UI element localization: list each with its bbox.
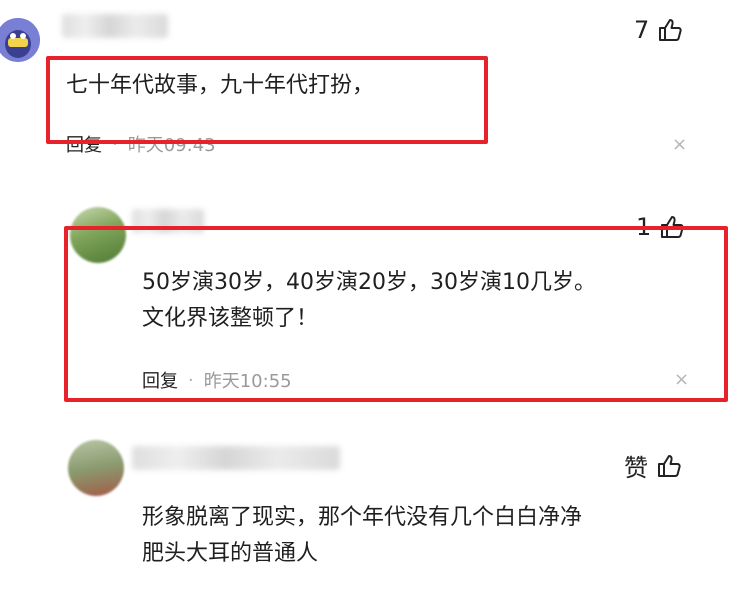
comment-text: 形象脱离了现实，那个年代没有几个白白净净 肥头大耳的普通人 <box>142 505 583 566</box>
timestamp: 昨天10:55 <box>203 371 292 392</box>
avatar[interactable] <box>68 440 124 496</box>
like-label: 赞 <box>624 454 648 482</box>
timestamp: 昨天09:43 <box>127 135 216 156</box>
comment-meta: 回复 · 昨天09:43 <box>66 131 216 157</box>
username-blurred[interactable] <box>62 14 168 38</box>
comment-2: 1 50岁演30岁，40岁演20岁，30岁演10几岁。 文化界该整顿了！ 回复 … <box>0 195 730 405</box>
comment-1: 7 七十年代故事，九十年代打扮， 回复 · 昨天09:43 × <box>0 0 730 160</box>
avatar-cartoon-icon <box>0 18 40 62</box>
thumbs-up-icon <box>659 214 685 240</box>
comment-text: 50岁演30岁，40岁演20岁，30岁演10几岁。 文化界该整顿了！ <box>142 270 596 331</box>
like-count: 1 <box>636 213 652 241</box>
username-blurred[interactable] <box>132 209 204 233</box>
like-button[interactable]: 赞 <box>624 448 682 483</box>
comment-text: 七十年代故事，九十年代打扮， <box>66 73 375 98</box>
separator-dot: · <box>188 369 194 391</box>
thumbs-up-icon <box>657 17 683 43</box>
thumbs-up-icon <box>656 453 682 479</box>
like-button[interactable]: 7 <box>634 16 683 44</box>
like-button[interactable]: 1 <box>636 213 685 241</box>
avatar[interactable] <box>70 207 126 263</box>
comment-meta: 回复 · 昨天10:55 <box>142 367 292 393</box>
reply-button[interactable]: 回复 <box>66 131 102 157</box>
separator-dot: · <box>112 133 118 155</box>
reply-button[interactable]: 回复 <box>142 367 178 393</box>
comment-3: 赞 形象脱离了现实，那个年代没有几个白白净净 肥头大耳的普通人 <box>0 430 730 592</box>
close-icon[interactable]: × <box>672 134 687 155</box>
avatar[interactable] <box>0 18 40 62</box>
close-icon[interactable]: × <box>674 369 689 390</box>
username-blurred[interactable] <box>132 446 340 470</box>
like-count: 7 <box>634 16 650 44</box>
